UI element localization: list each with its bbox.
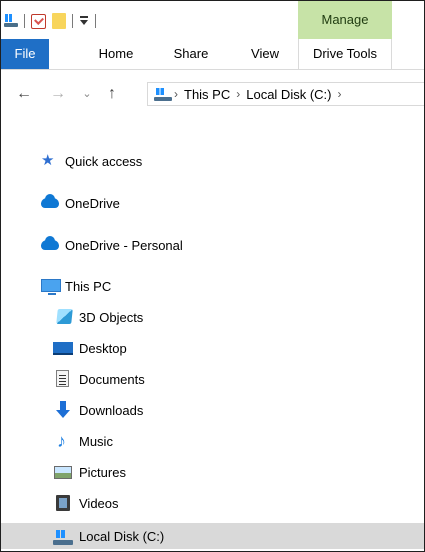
breadcrumb-local-disk[interactable]: Local Disk (C:) (246, 87, 331, 102)
nav-item-documents[interactable]: Documents (1, 367, 424, 391)
tab-drive-tools[interactable]: Drive Tools (298, 39, 392, 69)
drive-icon (53, 527, 73, 545)
cube-icon (55, 308, 75, 326)
navigation-bar: ← → ⌄ ↑ › This PC › Local Disk (C:) › (1, 77, 424, 111)
nav-item-downloads[interactable]: Downloads (1, 398, 424, 422)
download-arrow-icon (53, 401, 73, 419)
forward-button[interactable]: → (47, 77, 69, 111)
ribbon-tabs: File Home Share View Drive Tools (1, 39, 424, 70)
nav-item-label: Desktop (79, 340, 127, 356)
breadcrumb-chevron[interactable]: › (174, 87, 178, 101)
quick-access-toolbar (1, 11, 102, 31)
nav-item-label: Videos (79, 495, 119, 511)
nav-item-pictures[interactable]: Pictures (1, 460, 424, 484)
breadcrumb-this-pc[interactable]: This PC (184, 87, 230, 102)
file-explorer-window: Manage File Home Share View Drive Tools … (0, 0, 425, 552)
nav-item-music[interactable]: ♪ Music (1, 429, 424, 453)
nav-item-label: Pictures (79, 464, 126, 480)
star-icon: ★ (41, 152, 55, 169)
nav-item-label: OneDrive (65, 195, 120, 211)
tab-file[interactable]: File (1, 39, 49, 69)
nav-item-quick-access[interactable]: ★ Quick access (1, 149, 424, 173)
manage-context-tab-group: Manage (298, 1, 392, 39)
toolbar-separator (95, 14, 96, 28)
nav-item-label: OneDrive - Personal (65, 237, 183, 253)
nav-item-label: Music (79, 433, 113, 449)
nav-item-label: Downloads (79, 402, 144, 418)
nav-item-videos[interactable]: Videos (1, 491, 424, 515)
desktop-icon (53, 339, 73, 357)
address-bar[interactable]: › This PC › Local Disk (C:) › (147, 82, 424, 106)
document-icon (53, 370, 73, 388)
nav-item-label: 3D Objects (79, 309, 144, 325)
tab-view[interactable]: View (240, 39, 290, 69)
properties-icon[interactable] (31, 13, 46, 29)
nav-item-label: Quick access (65, 153, 143, 169)
nav-item-label: This PC (65, 278, 112, 294)
nav-item-label: Documents (79, 371, 145, 387)
breadcrumb-chevron[interactable]: › (337, 87, 341, 101)
music-note-icon: ♪ (57, 431, 66, 451)
nav-item-3d-objects[interactable]: 3D Objects (1, 305, 424, 329)
film-icon (53, 494, 73, 512)
cloud-icon (41, 194, 61, 212)
nav-item-label: Local Disk (C:) (79, 528, 165, 544)
cloud-icon (41, 236, 61, 254)
customize-toolbar-icon[interactable] (79, 14, 89, 28)
tab-share[interactable]: Share (161, 39, 221, 69)
nav-item-onedrive-personal[interactable]: OneDrive - Personal (1, 233, 424, 257)
nav-item-this-pc[interactable]: This PC (1, 274, 424, 298)
drive-icon (154, 87, 172, 101)
up-button[interactable]: ↑ (101, 77, 123, 111)
title-bar: Manage (1, 1, 424, 39)
toolbar-separator (72, 14, 73, 28)
picture-icon (53, 463, 73, 481)
back-button[interactable]: ← (13, 77, 35, 111)
monitor-icon (41, 277, 61, 295)
new-folder-icon[interactable] (52, 13, 66, 29)
breadcrumb-chevron[interactable]: › (236, 87, 240, 101)
recent-locations-button[interactable]: ⌄ (79, 77, 95, 111)
nav-item-desktop[interactable]: Desktop (1, 336, 424, 360)
toolbar-separator (24, 14, 25, 28)
nav-item-onedrive[interactable]: OneDrive (1, 191, 424, 215)
tab-home[interactable]: Home (86, 39, 146, 69)
nav-item-local-disk[interactable]: Local Disk (C:) (1, 523, 424, 549)
drive-icon[interactable] (4, 14, 18, 28)
